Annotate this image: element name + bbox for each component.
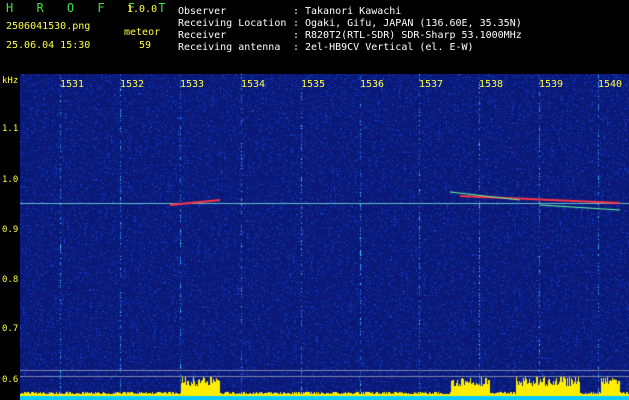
y-tick-label: 0.6: [2, 375, 19, 385]
y-tick-label: 0.9: [2, 225, 19, 235]
info-sep: :: [293, 18, 300, 29]
x-tick-label: 1538: [479, 79, 504, 90]
info-key-antenna: Receiving antenna: [178, 42, 281, 53]
y-tick-label: 1.0: [2, 175, 19, 185]
y-axis: kHz 1.1 1.0 0.9 0.8 0.7 0.6: [0, 74, 20, 400]
y-tick-label: 0.7: [2, 324, 19, 334]
info-sep: :: [293, 42, 300, 53]
x-tick-label: 1536: [360, 79, 385, 90]
x-tick-label: 1539: [539, 79, 564, 90]
info-key-location: Receiving Location: [178, 18, 287, 29]
y-tick-label: 0.8: [2, 275, 19, 285]
info-key-observer: Observer: [178, 6, 227, 17]
info-value-observer: Takanori Kawachi: [305, 6, 402, 17]
x-tick-label: 1540: [598, 79, 623, 90]
info-value-receiver: R820T2(RTL-SDR) SDR-Sharp 53.1000MHz: [305, 30, 522, 41]
spectrogram: [20, 74, 629, 400]
y-axis-unit: kHz: [2, 76, 19, 86]
info-value-antenna: 2el-HB9CV Vertical (el. E-W): [305, 42, 474, 53]
info-value-location: Ogaki, Gifu, JAPAN (136.60E, 35.35N): [305, 18, 522, 29]
meteor-count: 59: [139, 40, 152, 51]
x-tick-label: 1533: [180, 79, 205, 90]
info-sep: :: [293, 30, 300, 41]
meteor-label: meteor: [124, 27, 161, 38]
info-sep: :: [293, 6, 300, 17]
x-tick-label: 1531: [60, 79, 85, 90]
y-tick-label: 1.1: [2, 124, 19, 134]
x-tick-label: 1537: [419, 79, 444, 90]
info-key-receiver: Receiver: [178, 30, 227, 41]
header-panel: H R O F F T 1.0.0 2506041530.png meteor …: [0, 0, 629, 74]
x-tick-label: 1534: [241, 79, 266, 90]
timestamp: 25.06.04 15:30: [6, 40, 91, 51]
file-name: 2506041530.png: [6, 21, 91, 32]
x-tick-label: 1532: [120, 79, 145, 90]
app-version: 1.0.0: [127, 4, 158, 15]
x-tick-label: 1535: [301, 79, 326, 90]
